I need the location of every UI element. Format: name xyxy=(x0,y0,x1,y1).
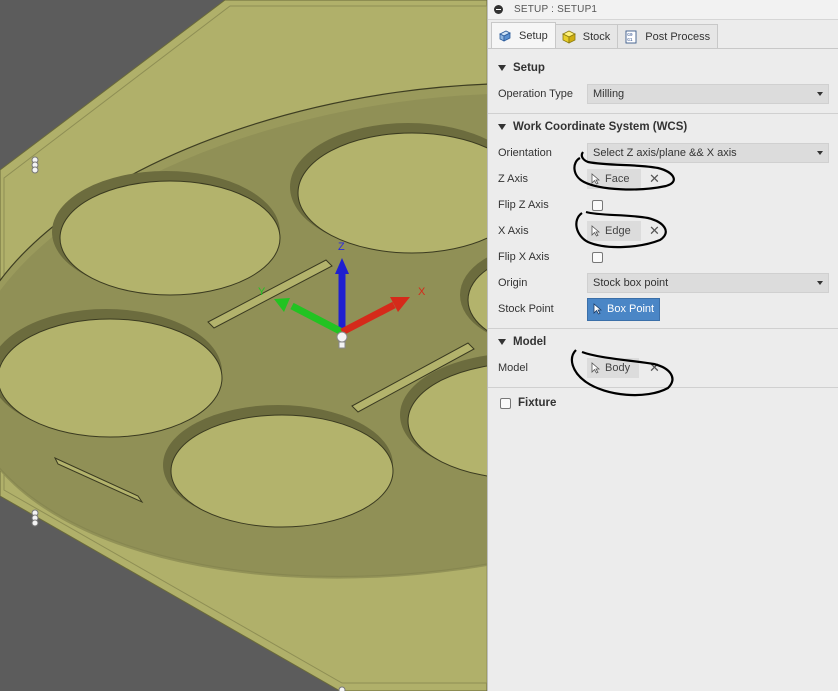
x-axis-selection[interactable]: Edge xyxy=(587,221,641,241)
x-axis-label: X xyxy=(418,286,426,298)
collapse-triangle-icon xyxy=(498,339,506,345)
stock-point-row: Stock Point Box Point xyxy=(488,296,838,322)
flip-x-row: Flip X Axis xyxy=(488,244,838,270)
section-title: Model xyxy=(513,336,547,348)
z-axis-selection[interactable]: Face xyxy=(587,169,641,189)
flip-x-label: Flip X Axis xyxy=(498,251,550,263)
selection-value: Edge xyxy=(605,225,631,237)
orientation-label: Orientation xyxy=(498,147,552,159)
collapse-triangle-icon xyxy=(498,124,506,130)
flip-z-label: Flip Z Axis xyxy=(498,199,549,211)
orientation-dropdown[interactable]: Select Z axis/plane && X axis xyxy=(587,143,829,163)
section-setup-header[interactable]: Setup xyxy=(488,55,838,81)
stock-handle-icon[interactable] xyxy=(338,686,346,691)
tab-bar: Setup Stock G0 G1 Post Process xyxy=(488,20,838,49)
x-axis-label: X Axis xyxy=(498,225,529,237)
cursor-arrow-icon xyxy=(591,173,600,185)
tab-label: Stock xyxy=(582,30,611,43)
model-label: Model xyxy=(498,362,528,374)
stock-cube-icon xyxy=(561,30,576,44)
stock-point-selection[interactable]: Box Point xyxy=(587,297,660,321)
dropdown-value: Select Z axis/plane && X axis xyxy=(593,147,737,159)
setup-icon xyxy=(499,30,511,42)
chevron-down-icon xyxy=(817,92,823,96)
cursor-arrow-icon xyxy=(591,362,600,374)
tab-stock[interactable]: Stock xyxy=(554,24,619,48)
fixture-label: Fixture xyxy=(518,397,557,409)
dropdown-value: Milling xyxy=(593,88,625,100)
stock-handle-icon[interactable] xyxy=(31,509,39,527)
selection-value: Body xyxy=(605,362,631,374)
flip-x-checkbox[interactable] xyxy=(592,251,603,263)
cursor-arrow-icon xyxy=(591,225,600,237)
collapse-triangle-icon xyxy=(498,65,506,71)
svg-text:G1: G1 xyxy=(627,37,633,43)
clear-selection-icon[interactable]: ✕ xyxy=(649,171,660,187)
section-wcs-header[interactable]: Work Coordinate System (WCS) xyxy=(488,114,838,140)
chevron-down-icon xyxy=(817,151,823,155)
tab-post-process[interactable]: G0 G1 Post Process xyxy=(617,24,719,48)
dialog-title: SETUP : SETUP1 xyxy=(514,4,598,15)
flip-z-row: Flip Z Axis xyxy=(488,192,838,218)
dialog-titlebar: SETUP : SETUP1 xyxy=(488,0,838,20)
operation-type-dropdown[interactable]: Milling xyxy=(587,84,829,104)
x-axis-row: X Axis Edge ✕ xyxy=(488,218,838,244)
z-axis-row: Z Axis Face ✕ xyxy=(488,166,838,192)
setup-dialog: SETUP : SETUP1 Setup Stock G0 G1 Post Pr… xyxy=(487,0,838,691)
section-model-header[interactable]: Model xyxy=(488,329,838,355)
origin-label: Origin xyxy=(498,277,528,289)
y-axis-label: Y xyxy=(258,286,266,298)
selection-value: Face xyxy=(605,173,630,185)
fixture-checkbox[interactable] xyxy=(500,397,511,409)
cursor-arrow-icon xyxy=(593,303,602,315)
origin-row: Origin Stock box point xyxy=(488,270,838,296)
selection-value: Box Point xyxy=(607,303,655,315)
orientation-row: Orientation Select Z axis/plane && X axi… xyxy=(488,140,838,166)
collapse-icon[interactable] xyxy=(494,5,503,14)
clear-selection-icon[interactable]: ✕ xyxy=(649,223,660,239)
operation-type-row: Operation Type Milling xyxy=(488,81,838,107)
model-render[interactable]: Z Y X xyxy=(0,0,487,691)
tab-label: Post Process xyxy=(645,30,711,43)
model-selection[interactable]: Body xyxy=(587,358,639,378)
model-row: Model Body ✕ xyxy=(488,355,838,381)
chevron-down-icon xyxy=(817,281,823,285)
pocket xyxy=(0,309,223,438)
z-axis-label: Z xyxy=(338,241,345,253)
z-axis-label: Z Axis xyxy=(498,173,528,185)
fixture-row[interactable]: Fixture xyxy=(488,388,838,418)
3d-viewport[interactable]: Z Y X xyxy=(0,0,487,691)
section-title: Setup xyxy=(513,62,545,74)
operation-type-label: Operation Type xyxy=(498,88,574,100)
flip-z-checkbox[interactable] xyxy=(592,199,603,211)
stock-handle-icon[interactable] xyxy=(31,156,39,174)
post-process-icon: G0 G1 xyxy=(625,30,637,43)
stock-point-label: Stock Point xyxy=(498,303,554,315)
clear-selection-icon[interactable]: ✕ xyxy=(649,360,660,376)
tab-label: Setup xyxy=(519,29,548,42)
tab-setup[interactable]: Setup xyxy=(491,22,556,48)
section-title: Work Coordinate System (WCS) xyxy=(513,121,688,133)
dropdown-value: Stock box point xyxy=(593,277,669,289)
origin-dropdown[interactable]: Stock box point xyxy=(587,273,829,293)
